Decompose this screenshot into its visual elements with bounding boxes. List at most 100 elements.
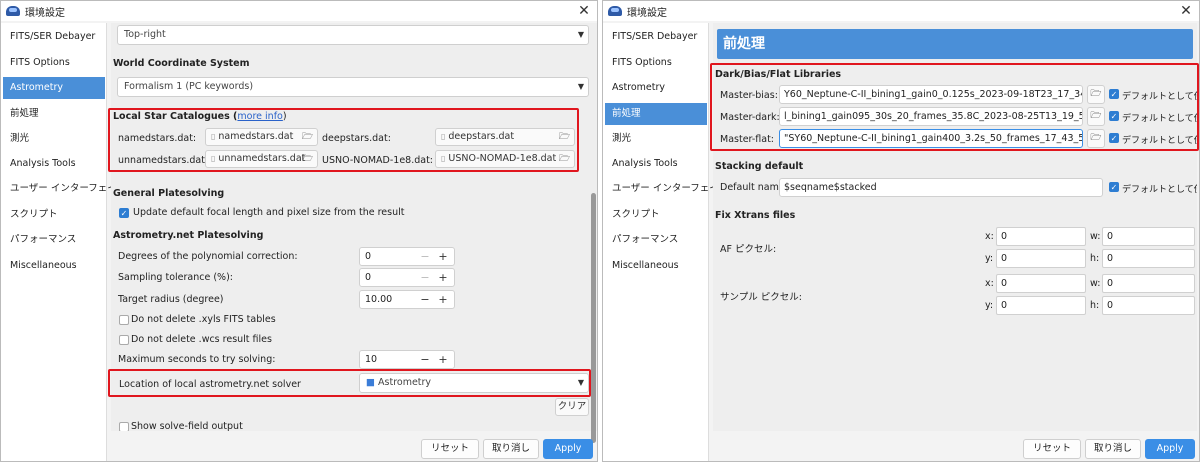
reset-button[interactable]: リセット [421, 439, 479, 459]
xtrans-section-title: Fix Xtrans files [715, 210, 796, 221]
apply-button[interactable]: Apply [543, 439, 593, 459]
af-w-input[interactable]: 0 [1102, 227, 1195, 246]
close-icon[interactable]: ✕ [1179, 1, 1193, 21]
radius-spinbox[interactable]: 10.00 − + [359, 290, 455, 309]
sidebar-item-performance[interactable]: パフォーマンス [3, 229, 105, 251]
sampling-spinbox[interactable]: 0 − + [359, 268, 455, 287]
app-icon [6, 6, 20, 16]
degrees-value: 0 [365, 251, 372, 262]
minus-icon[interactable]: − [416, 269, 434, 286]
sample-y-input[interactable]: 0 [996, 296, 1086, 315]
scrollbar[interactable] [590, 23, 597, 443]
degrees-label: Degrees of the polynomial correction: [118, 251, 298, 262]
af-x-input[interactable]: 0 [996, 227, 1086, 246]
plus-icon[interactable]: + [434, 248, 452, 265]
sidebar-item-fits-options[interactable]: FITS Options [605, 52, 707, 74]
title-bar: 環境設定 ✕ [603, 1, 1199, 21]
sidebar-item-preprocessing[interactable]: 前処理 [605, 103, 707, 125]
sidebar-item-astrometry[interactable]: Astrometry [3, 77, 105, 99]
window-title: 環境設定 [627, 7, 667, 19]
no-xyls-checkbox[interactable] [119, 315, 129, 325]
show-solve-label: Show solve-field output [131, 421, 243, 431]
sidebar-item-photometry[interactable]: 測光 [3, 128, 105, 150]
default-name-label: Default name: [720, 182, 788, 193]
wcs-section-title: World Coordinate System [113, 58, 250, 69]
sampling-value: 0 [365, 272, 372, 283]
sample-h-input[interactable]: 0 [1102, 296, 1195, 315]
compass-position-select[interactable]: Top-right ▼ [117, 25, 589, 45]
sidebar-item-scripts[interactable]: スクリプト [605, 204, 707, 226]
page-title: 前処理 [717, 29, 1193, 59]
chevron-down-icon: ▼ [577, 30, 584, 39]
sidebar-item-user-interface[interactable]: ユーザー インターフェイス [605, 178, 728, 200]
default-name-field[interactable]: $seqname$stacked [779, 178, 1103, 197]
sidebar-item-astrometry[interactable]: Astrometry [605, 77, 707, 99]
no-xyls-label: Do not delete .xyls FITS tables [131, 314, 276, 325]
scrollbar-thumb[interactable] [591, 193, 596, 443]
minus-icon[interactable]: − [416, 248, 434, 265]
degrees-spinbox[interactable]: 0 − + [359, 247, 455, 266]
cancel-button[interactable]: 取り消し [1085, 439, 1141, 459]
show-solve-checkbox[interactable] [119, 422, 129, 431]
af-h-input[interactable]: 0 [1102, 249, 1195, 268]
sidebar-item-user-interface[interactable]: ユーザー インターフェイス [3, 178, 126, 200]
sample-w-input[interactable]: 0 [1102, 274, 1195, 293]
radius-value: 10.00 [365, 294, 393, 305]
af-y-label: y: [985, 253, 994, 264]
af-x-label: x: [985, 231, 994, 242]
wcs-formalism-select[interactable]: Formalism 1 (PC keywords) ▼ [117, 77, 589, 97]
sidebar-item-analysis-tools[interactable]: Analysis Tools [605, 153, 707, 175]
app-icon [608, 6, 622, 16]
sidebar-item-preprocessing[interactable]: 前処理 [3, 103, 105, 125]
af-y-input[interactable]: 0 [996, 249, 1086, 268]
sample-pixels-label: サンプル ピクセル: [720, 292, 802, 303]
af-h-label: h: [1090, 253, 1100, 264]
stack-default-checkbox[interactable]: ✓ [1109, 182, 1119, 192]
sampling-label: Sampling tolerance (%): [118, 272, 233, 283]
update-focal-label: Update default focal length and pixel si… [133, 207, 405, 218]
minus-icon[interactable]: − [416, 351, 434, 368]
maxsec-spinbox[interactable]: 10 − + [359, 350, 455, 369]
radius-label: Target radius (degree) [118, 294, 224, 305]
title-bar: 環境設定 ✕ [1, 1, 597, 21]
sidebar-item-fits-ser-debayer[interactable]: FITS/SER Debayer [3, 26, 105, 48]
preferences-window-preprocessing: 環境設定 ✕ FITS/SER Debayer FITS Options Ast… [602, 0, 1200, 462]
sidebar-item-miscellaneous[interactable]: Miscellaneous [605, 255, 707, 277]
sidebar: FITS/SER Debayer FITS Options Astrometry… [603, 23, 728, 461]
no-wcs-label: Do not delete .wcs result files [131, 334, 272, 345]
clear-button[interactable]: クリア [555, 398, 589, 416]
astrometry-net-title: Astrometry.net Platesolving [113, 230, 264, 241]
sample-y-label: y: [985, 300, 994, 311]
plus-icon[interactable]: + [434, 269, 452, 286]
sidebar-item-miscellaneous[interactable]: Miscellaneous [3, 255, 105, 277]
plus-icon[interactable]: + [434, 291, 452, 308]
window-title: 環境設定 [25, 7, 65, 19]
af-pixels-label: AF ピクセル: [720, 244, 777, 255]
update-focal-checkbox[interactable]: ✓ [119, 208, 129, 218]
compass-position-value: Top-right [124, 29, 166, 40]
sample-x-label: x: [985, 278, 994, 289]
sample-h-label: h: [1090, 300, 1100, 311]
sidebar-item-fits-ser-debayer[interactable]: FITS/SER Debayer [605, 26, 707, 48]
minus-icon[interactable]: − [416, 291, 434, 308]
sidebar: FITS/SER Debayer FITS Options Astrometry… [1, 23, 126, 461]
highlight-libraries [710, 63, 1199, 151]
sidebar-item-fits-options[interactable]: FITS Options [3, 52, 105, 74]
sidebar-item-photometry[interactable]: 測光 [605, 128, 707, 150]
cancel-button[interactable]: 取り消し [483, 439, 539, 459]
reset-button[interactable]: リセット [1023, 439, 1081, 459]
preferences-window-astrometry: 環境設定 ✕ FITS/SER Debayer FITS Options Ast… [0, 0, 598, 462]
sidebar-item-scripts[interactable]: スクリプト [3, 204, 105, 226]
close-icon[interactable]: ✕ [577, 1, 591, 21]
general-platesolving-title: General Platesolving [113, 188, 225, 199]
sidebar-item-performance[interactable]: パフォーマンス [605, 229, 707, 251]
maxsec-value: 10 [365, 354, 378, 365]
apply-button[interactable]: Apply [1145, 439, 1195, 459]
sample-w-label: w: [1090, 278, 1101, 289]
plus-icon[interactable]: + [434, 351, 452, 368]
no-wcs-checkbox[interactable] [119, 335, 129, 345]
sample-x-input[interactable]: 0 [996, 274, 1086, 293]
stack-default-label: デフォルトとして使用 [1122, 185, 1197, 195]
highlight-local-catalogues [108, 108, 579, 172]
sidebar-item-analysis-tools[interactable]: Analysis Tools [3, 153, 105, 175]
